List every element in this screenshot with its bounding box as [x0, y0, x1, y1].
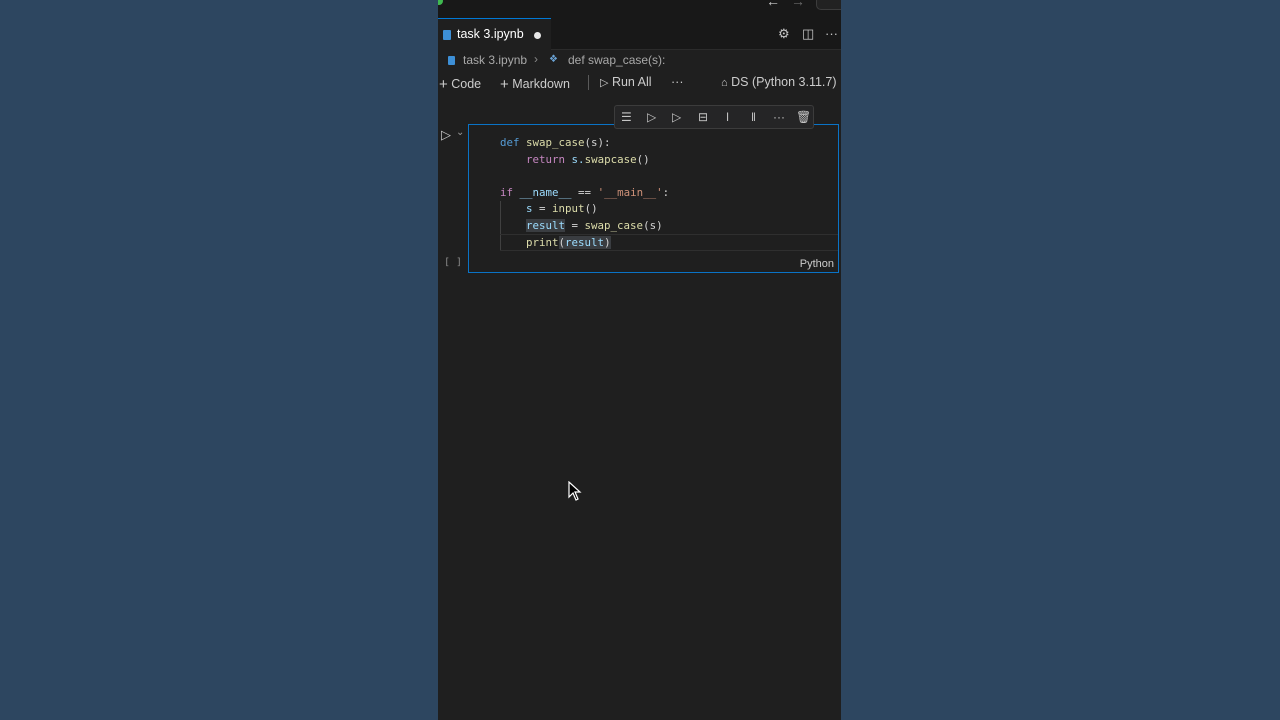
execution-count: [ ]	[444, 257, 463, 268]
cell-toolbar: ☰ ▷ ▷ ⊟ ǀ ǁ ··· 🗑	[614, 105, 814, 129]
status-dot-icon	[438, 0, 443, 5]
run-all-label: Run All	[611, 75, 652, 89]
breadcrumb-symbol[interactable]: def swap_case(s):	[568, 53, 665, 67]
plus-icon: +	[439, 76, 448, 93]
code-line-5: s = input()	[526, 202, 598, 215]
add-markdown-label: Markdown	[512, 77, 570, 91]
add-code-button[interactable]: + Code	[439, 75, 482, 93]
cell-more-icon[interactable]: ···	[773, 110, 785, 124]
code-line-1: def swap_case(s):	[500, 136, 611, 149]
code-line-4: if __name__ == '__main__':	[500, 185, 670, 199]
mouse-cursor-icon	[568, 481, 582, 501]
execute-above-icon[interactable]: ☰	[621, 110, 632, 124]
run-above-icon[interactable]: ▷	[647, 110, 656, 124]
kernel-picker[interactable]: ⌂ DS (Python 3.11.7)	[721, 75, 837, 89]
split-editor-icon[interactable]: ◫	[802, 26, 814, 42]
delete-icon[interactable]: 🗑	[796, 110, 811, 124]
plus-icon: +	[500, 76, 509, 93]
code-editor[interactable]: def swap_case(s): return s.swapcase() if…	[500, 135, 838, 251]
back-arrow-icon[interactable]: ←	[766, 0, 780, 9]
unsaved-dot-icon[interactable]	[534, 32, 541, 39]
code-line-6: result = swap_case(s)	[526, 218, 663, 232]
run-below-icon[interactable]: ▷	[672, 110, 681, 124]
tab-label: task 3.ipynb	[457, 27, 524, 41]
python-icon: ❖	[549, 54, 558, 65]
notebook-toolbar: + Code + Markdown ▷ Run All ··· ⌂ DS (Py…	[438, 72, 841, 94]
run-all-button[interactable]: ▷ Run All	[600, 75, 652, 89]
toolbar-divider	[588, 75, 589, 90]
tab-task-3[interactable]: task 3.ipynb	[438, 18, 551, 50]
code-line-2: return s.swapcase()	[526, 152, 650, 166]
add-code-label: Code	[451, 77, 482, 91]
notebook-editor: ← → task 3.ipynb ⚙ ◫ ··· task 3.ipynb › …	[438, 0, 841, 720]
command-center[interactable]	[816, 0, 841, 10]
title-strip: ← →	[438, 0, 841, 18]
toolbar-more-button[interactable]: ···	[671, 75, 684, 89]
notebook-file-icon	[443, 30, 451, 40]
run-cell-icon[interactable]: ▷	[441, 127, 451, 143]
forward-arrow-icon[interactable]: →	[791, 0, 805, 9]
split-cell-icon[interactable]: ⊟	[698, 110, 708, 124]
chevron-down-icon[interactable]: ⌄	[456, 127, 464, 138]
breadcrumb-file[interactable]: task 3.ipynb	[463, 53, 527, 67]
code-line-7: print(result)	[500, 234, 838, 251]
gear-icon[interactable]: ⚙	[778, 26, 790, 42]
insert-below-icon[interactable]: ǁ	[751, 110, 756, 124]
run-icon: ▷	[600, 77, 609, 89]
code-cell[interactable]: def swap_case(s): return s.swapcase() if…	[468, 124, 839, 273]
tab-bar: task 3.ipynb ⚙ ◫ ···	[438, 18, 841, 50]
notebook-file-icon	[448, 56, 455, 65]
kernel-icon: ⌂	[721, 77, 728, 89]
cell-language[interactable]: Python	[800, 258, 834, 270]
kernel-label: DS (Python 3.11.7)	[731, 75, 837, 89]
breadcrumb: task 3.ipynb › ❖ def swap_case(s):	[438, 50, 841, 72]
chevron-right-icon: ›	[534, 52, 538, 66]
insert-above-icon[interactable]: ǀ	[726, 110, 729, 124]
more-actions-icon[interactable]: ···	[825, 26, 838, 41]
add-markdown-button[interactable]: + Markdown	[500, 75, 570, 93]
